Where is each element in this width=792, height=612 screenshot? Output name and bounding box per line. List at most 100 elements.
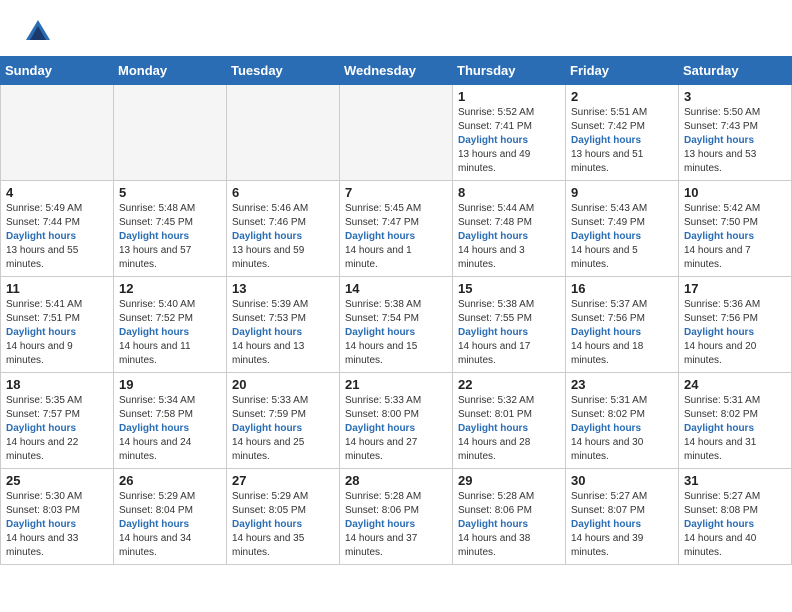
calendar-day-cell: 10Sunrise: 5:42 AMSunset: 7:50 PMDayligh… xyxy=(679,181,792,277)
calendar-week-row: 11 Sunrise: 5:41 AMSunset: 7:51 PMDayligh… xyxy=(1,277,792,373)
calendar-day-cell: 30 Sunrise: 5:27 AMSunset: 8:07 PMDayligh… xyxy=(566,469,679,565)
calendar-day-cell: 9 Sunrise: 5:43 AMSunset: 7:49 PMDaylight… xyxy=(566,181,679,277)
day-number: 21 xyxy=(345,377,447,392)
day-number: 25 xyxy=(6,473,108,488)
day-info: Sunrise: 5:36 AMSunset: 7:56 PMDaylight … xyxy=(684,298,786,368)
day-info: Sunrise: 5:37 AMSunset: 7:56 PMDaylight … xyxy=(571,298,673,368)
day-number: 6 xyxy=(232,185,334,200)
calendar-header-row: SundayMondayTuesdayWednesdayThursdayFrid… xyxy=(1,57,792,85)
day-number: 3 xyxy=(684,89,786,104)
calendar-day-cell: 26 Sunrise: 5:29 AMSunset: 8:04 PMDayligh… xyxy=(114,469,227,565)
day-number: 29 xyxy=(458,473,560,488)
calendar-day-cell: 31 Sunrise: 5:27 AMSunset: 8:08 PMDayligh… xyxy=(679,469,792,565)
day-info: Sunrise: 5:29 AMSunset: 8:04 PMDaylight … xyxy=(119,490,221,560)
calendar-day-cell xyxy=(1,85,114,181)
day-info: Sunrise: 5:31 AMSunset: 8:02 PMDaylight … xyxy=(684,394,786,464)
calendar-day-cell: 5 Sunrise: 5:48 AMSunset: 7:45 PMDaylight… xyxy=(114,181,227,277)
calendar-week-row: 18 Sunrise: 5:35 AMSunset: 7:57 PMDayligh… xyxy=(1,373,792,469)
day-number: 26 xyxy=(119,473,221,488)
calendar-day-cell: 13Sunrise: 5:39 AMSunset: 7:53 PMDayligh… xyxy=(227,277,340,373)
day-number: 11 xyxy=(6,281,108,296)
day-info: Sunrise: 5:51 AMSunset: 7:42 PMDaylight … xyxy=(571,106,673,176)
day-info: Sunrise: 5:42 AMSunset: 7:50 PMDaylight … xyxy=(684,202,786,272)
day-number: 22 xyxy=(458,377,560,392)
day-number: 1 xyxy=(458,89,560,104)
day-info: Sunrise: 5:39 AMSunset: 7:53 PMDaylight … xyxy=(232,298,334,368)
day-info: Sunrise: 5:34 AMSunset: 7:58 PMDaylight … xyxy=(119,394,221,464)
weekday-header-saturday: Saturday xyxy=(679,57,792,85)
calendar-week-row: 1Sunrise: 5:52 AMSunset: 7:41 PMDaylight… xyxy=(1,85,792,181)
day-number: 24 xyxy=(684,377,786,392)
page-header xyxy=(0,0,792,56)
day-info: Sunrise: 5:35 AMSunset: 7:57 PMDaylight … xyxy=(6,394,108,464)
logo xyxy=(24,18,56,46)
day-info: Sunrise: 5:43 AMSunset: 7:49 PMDaylight … xyxy=(571,202,673,272)
day-number: 23 xyxy=(571,377,673,392)
day-info: Sunrise: 5:31 AMSunset: 8:02 PMDaylight … xyxy=(571,394,673,464)
day-number: 18 xyxy=(6,377,108,392)
weekday-header-friday: Friday xyxy=(566,57,679,85)
day-number: 14 xyxy=(345,281,447,296)
weekday-header-wednesday: Wednesday xyxy=(340,57,453,85)
day-number: 5 xyxy=(119,185,221,200)
day-info: Sunrise: 5:32 AMSunset: 8:01 PMDaylight … xyxy=(458,394,560,464)
calendar-day-cell: 23 Sunrise: 5:31 AMSunset: 8:02 PMDayligh… xyxy=(566,373,679,469)
day-number: 9 xyxy=(571,185,673,200)
calendar-table: SundayMondayTuesdayWednesdayThursdayFrid… xyxy=(0,56,792,565)
calendar-day-cell: 8Sunrise: 5:44 AMSunset: 7:48 PMDaylight… xyxy=(453,181,566,277)
day-number: 17 xyxy=(684,281,786,296)
calendar-day-cell: 24 Sunrise: 5:31 AMSunset: 8:02 PMDayligh… xyxy=(679,373,792,469)
calendar-day-cell: 3 Sunrise: 5:50 AMSunset: 7:43 PMDaylight… xyxy=(679,85,792,181)
day-number: 27 xyxy=(232,473,334,488)
calendar-day-cell: 22 Sunrise: 5:32 AMSunset: 8:01 PMDayligh… xyxy=(453,373,566,469)
day-info: Sunrise: 5:50 AMSunset: 7:43 PMDaylight … xyxy=(684,106,786,176)
calendar-day-cell: 1Sunrise: 5:52 AMSunset: 7:41 PMDaylight… xyxy=(453,85,566,181)
calendar-day-cell: 20 Sunrise: 5:33 AMSunset: 7:59 PMDayligh… xyxy=(227,373,340,469)
calendar-day-cell: 25 Sunrise: 5:30 AMSunset: 8:03 PMDayligh… xyxy=(1,469,114,565)
day-number: 31 xyxy=(684,473,786,488)
day-info: Sunrise: 5:33 AMSunset: 8:00 PMDaylight … xyxy=(345,394,447,464)
calendar-day-cell: 15 Sunrise: 5:38 AMSunset: 7:55 PMDayligh… xyxy=(453,277,566,373)
day-info: Sunrise: 5:38 AMSunset: 7:54 PMDaylight … xyxy=(345,298,447,368)
calendar-day-cell: 12Sunrise: 5:40 AMSunset: 7:52 PMDayligh… xyxy=(114,277,227,373)
day-number: 20 xyxy=(232,377,334,392)
day-info: Sunrise: 5:27 AMSunset: 8:08 PMDaylight … xyxy=(684,490,786,560)
day-number: 30 xyxy=(571,473,673,488)
day-info: Sunrise: 5:49 AMSunset: 7:44 PMDaylight … xyxy=(6,202,108,272)
calendar-day-cell: 29 Sunrise: 5:28 AMSunset: 8:06 PMDayligh… xyxy=(453,469,566,565)
day-info: Sunrise: 5:30 AMSunset: 8:03 PMDaylight … xyxy=(6,490,108,560)
calendar-day-cell: 28 Sunrise: 5:28 AMSunset: 8:06 PMDayligh… xyxy=(340,469,453,565)
calendar-day-cell: 21 Sunrise: 5:33 AMSunset: 8:00 PMDayligh… xyxy=(340,373,453,469)
day-number: 7 xyxy=(345,185,447,200)
day-number: 12 xyxy=(119,281,221,296)
calendar-day-cell: 4 Sunrise: 5:49 AMSunset: 7:44 PMDaylight… xyxy=(1,181,114,277)
day-info: Sunrise: 5:41 AMSunset: 7:51 PMDaylight … xyxy=(6,298,108,368)
calendar-day-cell xyxy=(227,85,340,181)
day-number: 28 xyxy=(345,473,447,488)
day-number: 2 xyxy=(571,89,673,104)
logo-icon xyxy=(24,18,52,46)
calendar-day-cell xyxy=(114,85,227,181)
day-info: Sunrise: 5:48 AMSunset: 7:45 PMDaylight … xyxy=(119,202,221,272)
day-info: Sunrise: 5:33 AMSunset: 7:59 PMDaylight … xyxy=(232,394,334,464)
day-number: 15 xyxy=(458,281,560,296)
calendar-day-cell: 17 Sunrise: 5:36 AMSunset: 7:56 PMDayligh… xyxy=(679,277,792,373)
day-info: Sunrise: 5:29 AMSunset: 8:05 PMDaylight … xyxy=(232,490,334,560)
calendar-day-cell: 27 Sunrise: 5:29 AMSunset: 8:05 PMDayligh… xyxy=(227,469,340,565)
day-info: Sunrise: 5:44 AMSunset: 7:48 PMDaylight … xyxy=(458,202,560,272)
day-info: Sunrise: 5:38 AMSunset: 7:55 PMDaylight … xyxy=(458,298,560,368)
calendar-week-row: 4 Sunrise: 5:49 AMSunset: 7:44 PMDaylight… xyxy=(1,181,792,277)
day-info: Sunrise: 5:28 AMSunset: 8:06 PMDaylight … xyxy=(458,490,560,560)
calendar-day-cell: 18 Sunrise: 5:35 AMSunset: 7:57 PMDayligh… xyxy=(1,373,114,469)
day-info: Sunrise: 5:27 AMSunset: 8:07 PMDaylight … xyxy=(571,490,673,560)
calendar-day-cell: 6 Sunrise: 5:46 AMSunset: 7:46 PMDaylight… xyxy=(227,181,340,277)
day-info: Sunrise: 5:46 AMSunset: 7:46 PMDaylight … xyxy=(232,202,334,272)
calendar-day-cell: 19 Sunrise: 5:34 AMSunset: 7:58 PMDayligh… xyxy=(114,373,227,469)
calendar-week-row: 25 Sunrise: 5:30 AMSunset: 8:03 PMDayligh… xyxy=(1,469,792,565)
day-info: Sunrise: 5:28 AMSunset: 8:06 PMDaylight … xyxy=(345,490,447,560)
calendar-day-cell: 11 Sunrise: 5:41 AMSunset: 7:51 PMDayligh… xyxy=(1,277,114,373)
day-info: Sunrise: 5:45 AMSunset: 7:47 PMDaylight … xyxy=(345,202,447,272)
weekday-header-monday: Monday xyxy=(114,57,227,85)
day-number: 4 xyxy=(6,185,108,200)
day-number: 19 xyxy=(119,377,221,392)
